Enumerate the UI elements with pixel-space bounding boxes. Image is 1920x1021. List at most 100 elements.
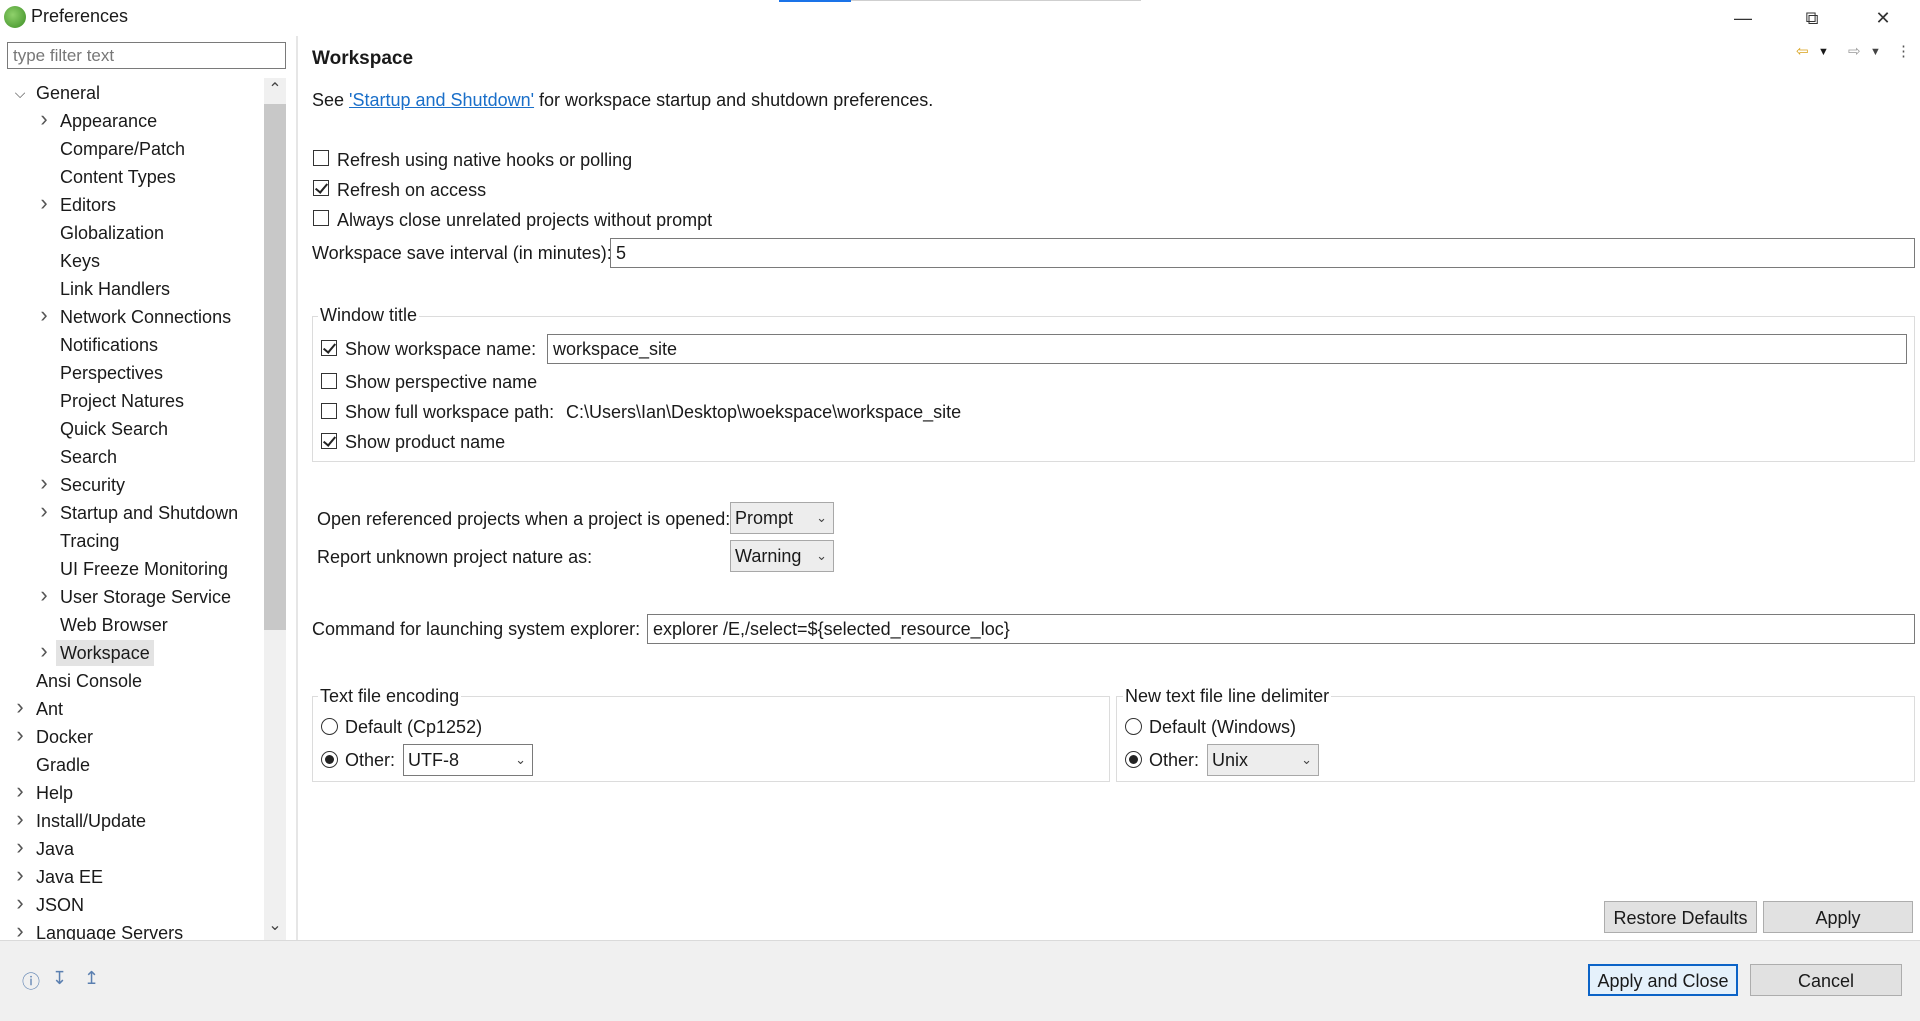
chevron-right-icon[interactable]: › xyxy=(12,918,28,940)
chevron-right-icon[interactable]: › xyxy=(36,638,52,664)
open-referenced-select[interactable]: Prompt ⌄ xyxy=(730,502,834,534)
tree-item[interactable]: › Appearance xyxy=(0,106,264,134)
filter-input[interactable] xyxy=(7,42,286,69)
chevron-right-icon[interactable]: › xyxy=(12,778,28,804)
intro-suffix: for workspace startup and shutdown prefe… xyxy=(534,90,934,110)
delimiter-other-radio[interactable] xyxy=(1125,751,1142,768)
scrollbar-thumb[interactable] xyxy=(264,104,286,630)
tree-item[interactable]: Tracing xyxy=(0,528,264,554)
tree-item[interactable]: Compare/Patch xyxy=(0,136,264,162)
chevron-right-icon[interactable]: › xyxy=(12,694,28,720)
save-interval-label: Workspace save interval (in minutes): xyxy=(312,243,612,263)
tree-item[interactable]: › Startup and Shutdown xyxy=(0,498,264,526)
chevron-right-icon[interactable]: › xyxy=(12,722,28,748)
report-nature-select[interactable]: Warning ⌄ xyxy=(730,540,834,572)
encoding-select[interactable]: UTF-8 ⌄ xyxy=(403,744,533,776)
tree-item[interactable]: › Editors xyxy=(0,190,264,218)
tree-item[interactable]: › Workspace xyxy=(0,638,264,666)
tree-item-label: JSON xyxy=(36,895,85,915)
tree-item[interactable]: Quick Search xyxy=(0,416,264,442)
restore-defaults-button[interactable]: Restore Defaults xyxy=(1604,901,1757,933)
refresh-native-checkbox[interactable] xyxy=(313,150,329,166)
close-unrelated-checkbox[interactable] xyxy=(313,210,329,226)
tree-item-label: Notifications xyxy=(60,335,159,355)
tree-item[interactable]: Link Handlers xyxy=(0,276,264,302)
scroll-down-icon[interactable]: ⌄ xyxy=(264,914,286,938)
delimiter-value: Unix xyxy=(1212,750,1249,770)
delimiter-other-label: Other: xyxy=(1149,750,1200,770)
chevron-down-icon[interactable]: ⌵ xyxy=(12,80,28,106)
scroll-up-icon[interactable]: ⌃ xyxy=(264,78,286,102)
forward-icon[interactable]: ⇨ xyxy=(1848,42,1861,60)
tree-item[interactable]: ⌵ General xyxy=(0,80,264,106)
chevron-down-icon: ⌄ xyxy=(816,548,827,563)
encoding-other-label: Other: xyxy=(345,750,396,770)
help-icon[interactable]: ⓘ xyxy=(22,968,40,994)
chevron-right-icon[interactable]: › xyxy=(36,190,52,216)
chevron-right-icon[interactable]: › xyxy=(36,302,52,328)
delimiter-default-radio[interactable] xyxy=(1125,718,1142,735)
show-workspace-name-label: Show workspace name: xyxy=(345,339,537,359)
chevron-right-icon[interactable]: › xyxy=(12,890,28,916)
apply-and-close-button[interactable]: Apply and Close xyxy=(1588,964,1738,996)
tree-item[interactable]: Keys xyxy=(0,248,264,274)
tree-item[interactable]: › Ant xyxy=(0,694,264,722)
workspace-name-input[interactable]: workspace_site xyxy=(547,334,1907,364)
chevron-right-icon[interactable]: › xyxy=(12,806,28,832)
import-icon[interactable]: ↧ xyxy=(52,968,67,989)
chevron-right-icon[interactable]: › xyxy=(36,470,52,496)
chevron-right-icon[interactable]: › xyxy=(12,862,28,888)
tree-item[interactable]: › Java xyxy=(0,834,264,862)
encoding-other-radio[interactable] xyxy=(321,751,338,768)
focus-indicator xyxy=(779,0,851,2)
minimize-icon[interactable]: — xyxy=(1715,0,1771,36)
tree-item[interactable]: › Network Connections xyxy=(0,302,264,330)
explorer-command-input[interactable]: explorer /E,/select=${selected_resource_… xyxy=(647,614,1915,644)
tree-item[interactable]: › Install/Update xyxy=(0,806,264,834)
back-icon[interactable]: ⇦ xyxy=(1796,42,1809,60)
tree-item[interactable]: › JSON xyxy=(0,890,264,918)
chevron-down-icon: ⌄ xyxy=(1301,752,1312,767)
tree-item[interactable]: Content Types xyxy=(0,164,264,190)
tree-item[interactable]: Ansi Console xyxy=(0,668,264,694)
tree-item[interactable]: › Docker xyxy=(0,722,264,750)
tree-item[interactable]: Search xyxy=(0,444,264,470)
tree-item[interactable]: Globalization xyxy=(0,220,264,246)
tree-item[interactable]: Web Browser xyxy=(0,612,264,638)
view-menu-icon[interactable]: ⋮ xyxy=(1896,42,1911,60)
cancel-button[interactable]: Cancel xyxy=(1750,964,1902,996)
save-interval-input[interactable]: 5 xyxy=(610,238,1915,268)
tree-item[interactable]: › User Storage Service xyxy=(0,582,264,610)
tree-item[interactable]: Gradle xyxy=(0,752,264,778)
tree-item[interactable]: › Security xyxy=(0,470,264,498)
back-menu-icon[interactable]: ▼ xyxy=(1818,46,1829,58)
show-full-path-checkbox[interactable] xyxy=(321,403,337,419)
show-product-name-checkbox[interactable] xyxy=(321,433,337,449)
chevron-right-icon[interactable]: › xyxy=(36,582,52,608)
tree-item[interactable]: UI Freeze Monitoring xyxy=(0,556,264,582)
tree-item[interactable]: Notifications xyxy=(0,332,264,358)
close-icon[interactable]: ✕ xyxy=(1855,0,1911,36)
show-perspective-name-checkbox[interactable] xyxy=(321,373,337,389)
forward-menu-icon[interactable]: ▼ xyxy=(1870,46,1881,58)
chevron-right-icon[interactable]: › xyxy=(36,498,52,524)
report-nature-value: Warning xyxy=(735,546,802,566)
chevron-right-icon[interactable]: › xyxy=(12,834,28,860)
apply-button[interactable]: Apply xyxy=(1763,901,1913,933)
tree-item[interactable]: › Language Servers xyxy=(0,918,264,940)
splitter[interactable] xyxy=(296,36,298,940)
delimiter-select[interactable]: Unix ⌄ xyxy=(1207,744,1319,776)
restore-icon[interactable]: ⧉ xyxy=(1784,0,1840,36)
tree-item[interactable]: › Java EE xyxy=(0,862,264,890)
encoding-default-radio[interactable] xyxy=(321,718,338,735)
tree-item-label: Keys xyxy=(60,251,101,271)
chevron-right-icon[interactable]: › xyxy=(36,106,52,132)
tree-item[interactable]: › Help xyxy=(0,778,264,806)
tree-item[interactable]: Perspectives xyxy=(0,360,264,386)
chevron-down-icon: ⌄ xyxy=(515,752,526,767)
refresh-access-checkbox[interactable] xyxy=(313,180,329,196)
show-workspace-name-checkbox[interactable] xyxy=(321,340,337,356)
tree-item[interactable]: Project Natures xyxy=(0,388,264,414)
export-icon[interactable]: ↥ xyxy=(84,968,99,989)
startup-shutdown-link[interactable]: 'Startup and Shutdown' xyxy=(349,90,534,110)
